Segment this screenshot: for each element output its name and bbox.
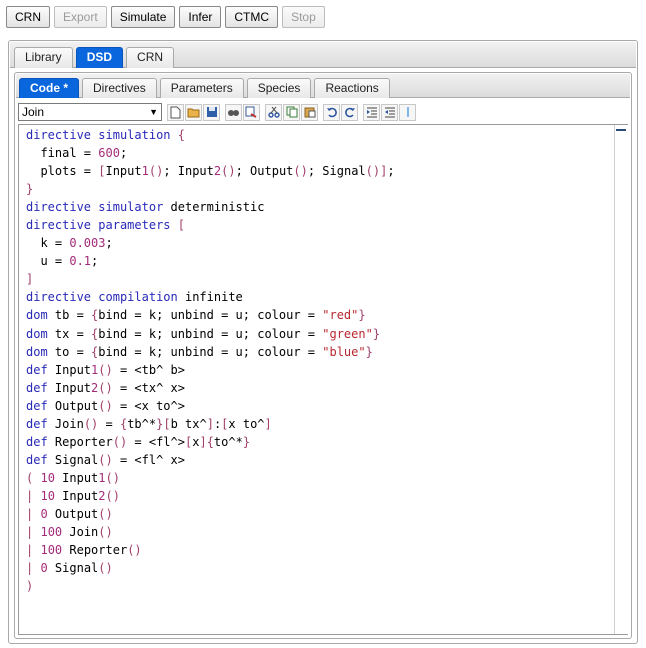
code-line: def Signal() = <fl^ x> (26, 452, 185, 467)
editor-toolbar: Join ▼ (18, 102, 628, 122)
code-line: k = 0.003; (26, 236, 113, 251)
export-button[interactable]: Export (54, 6, 107, 28)
tab-species[interactable]: Species (246, 78, 312, 98)
cut-icon[interactable] (265, 103, 282, 121)
code-line: | 100 Join() (26, 525, 113, 540)
main-tab-strip: Library DSD CRN (10, 42, 636, 68)
model-select-value: Join (22, 105, 45, 119)
code-editor[interactable]: directive simulation { final = 600; plot… (18, 124, 628, 635)
dsd-panel: Code * Directives Parameters Species Rea… (14, 72, 632, 639)
scrollbar-thumb[interactable] (616, 129, 626, 131)
code-line: | 0 Output() (26, 506, 113, 521)
code-line: u = 0.1; (26, 254, 99, 269)
infer-button[interactable]: Infer (179, 6, 222, 28)
dropdown-arrow-icon: ▼ (149, 107, 158, 117)
code-line: def Join() = {tb^*}[b tx^]:[x to^] (26, 416, 272, 431)
comment-icon[interactable] (399, 103, 416, 121)
crn-button[interactable]: CRN (6, 6, 50, 28)
code-line: final = 600; (26, 146, 128, 161)
code-line: def Reporter() = <fl^>[x]{to^*} (26, 434, 251, 449)
code-line: plots = [Input1(); Input2(); Output(); S… (26, 164, 395, 179)
indent-icon[interactable] (363, 103, 380, 121)
save-icon[interactable] (203, 103, 220, 121)
tab-code[interactable]: Code * (19, 78, 80, 98)
code-line: def Output() = <x to^> (26, 398, 185, 413)
copy-icon[interactable] (283, 103, 300, 121)
redo-icon[interactable] (341, 103, 358, 121)
open-folder-icon[interactable] (185, 103, 202, 121)
code-line: dom tb = {bind = k; unbind = u; colour =… (26, 308, 366, 323)
code-line: directive parameters [ (26, 218, 185, 233)
paste-icon[interactable] (301, 103, 318, 121)
new-file-icon[interactable] (167, 103, 184, 121)
replace-icon[interactable] (243, 103, 260, 121)
code-line: def Input1() = <tb^ b> (26, 362, 185, 377)
main-toolbar: CRN Export Simulate Infer CTMC Stop (6, 6, 325, 28)
code-line: ] (26, 272, 34, 287)
ctmc-button[interactable]: CTMC (225, 6, 279, 28)
code-line: | 0 Signal() (26, 561, 113, 576)
code-lines: directive simulation { final = 600; plot… (26, 126, 628, 595)
code-line: ( 10 Input1() (26, 470, 120, 485)
tab-crn[interactable]: CRN (126, 47, 175, 68)
code-line: ) (26, 579, 34, 594)
code-line: directive compilation infinite (26, 290, 243, 305)
stop-button[interactable]: Stop (282, 6, 325, 28)
undo-icon[interactable] (323, 103, 340, 121)
code-line: directive simulator deterministic (26, 200, 265, 215)
tab-directives[interactable]: Directives (82, 78, 157, 98)
find-icon[interactable] (225, 103, 242, 121)
code-line: def Input2() = <tx^ x> (26, 380, 185, 395)
tab-parameters[interactable]: Parameters (159, 78, 244, 98)
code-line: dom tx = {bind = k; unbind = u; colour =… (26, 326, 381, 341)
tab-library[interactable]: Library (14, 47, 73, 68)
code-line: | 100 Reporter() (26, 543, 142, 558)
outdent-icon[interactable] (381, 103, 398, 121)
tab-reactions[interactable]: Reactions (314, 78, 390, 98)
tab-dsd[interactable]: DSD (75, 47, 124, 68)
model-select[interactable]: Join ▼ (18, 103, 162, 121)
code-line: directive simulation { (26, 128, 185, 142)
code-line: } (26, 182, 34, 197)
code-line: | 10 Input2() (26, 488, 120, 503)
simulate-button[interactable]: Simulate (110, 6, 176, 28)
sub-tab-strip: Code * Directives Parameters Species Rea… (16, 74, 630, 98)
code-line: dom to = {bind = k; unbind = u; colour =… (26, 344, 373, 359)
main-panel: Library DSD CRN Code * Directives Parame… (8, 40, 638, 644)
editor-scrollbar[interactable] (614, 125, 628, 634)
